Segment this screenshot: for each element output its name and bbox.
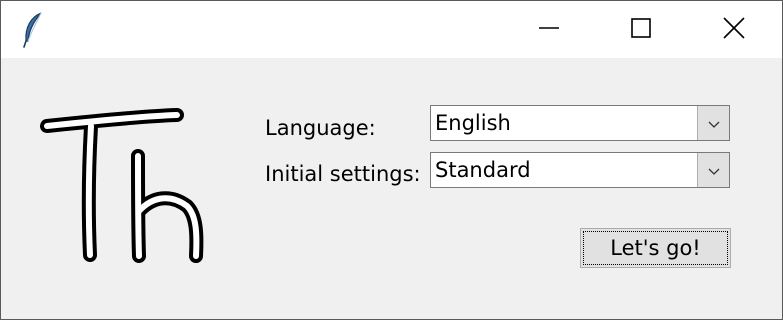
chevron-down-icon <box>708 161 720 180</box>
language-label: Language: <box>265 116 376 140</box>
minimize-button[interactable] <box>526 1 572 58</box>
minimize-icon <box>538 17 560 43</box>
initial-settings-dropdown-button[interactable] <box>697 153 729 187</box>
language-dropdown-button[interactable] <box>697 106 729 140</box>
th-logo <box>35 102 213 272</box>
language-dropdown[interactable]: English <box>430 105 730 141</box>
main-panel: Language: English Initial settings: Stan… <box>1 58 782 319</box>
close-icon <box>722 16 746 44</box>
chevron-down-icon <box>708 114 720 133</box>
feather-icon <box>19 11 47 49</box>
maximize-icon <box>630 17 652 43</box>
lets-go-button[interactable]: Let's go! <box>580 228 731 268</box>
initial-settings-dropdown[interactable]: Standard <box>430 152 730 188</box>
close-button[interactable] <box>711 1 757 58</box>
language-value: English <box>435 111 511 135</box>
initial-settings-value: Standard <box>435 158 531 182</box>
app-window: Language: English Initial settings: Stan… <box>0 0 783 320</box>
title-bar[interactable] <box>1 1 782 58</box>
maximize-button[interactable] <box>618 1 664 58</box>
initial-settings-label: Initial settings: <box>265 162 421 186</box>
